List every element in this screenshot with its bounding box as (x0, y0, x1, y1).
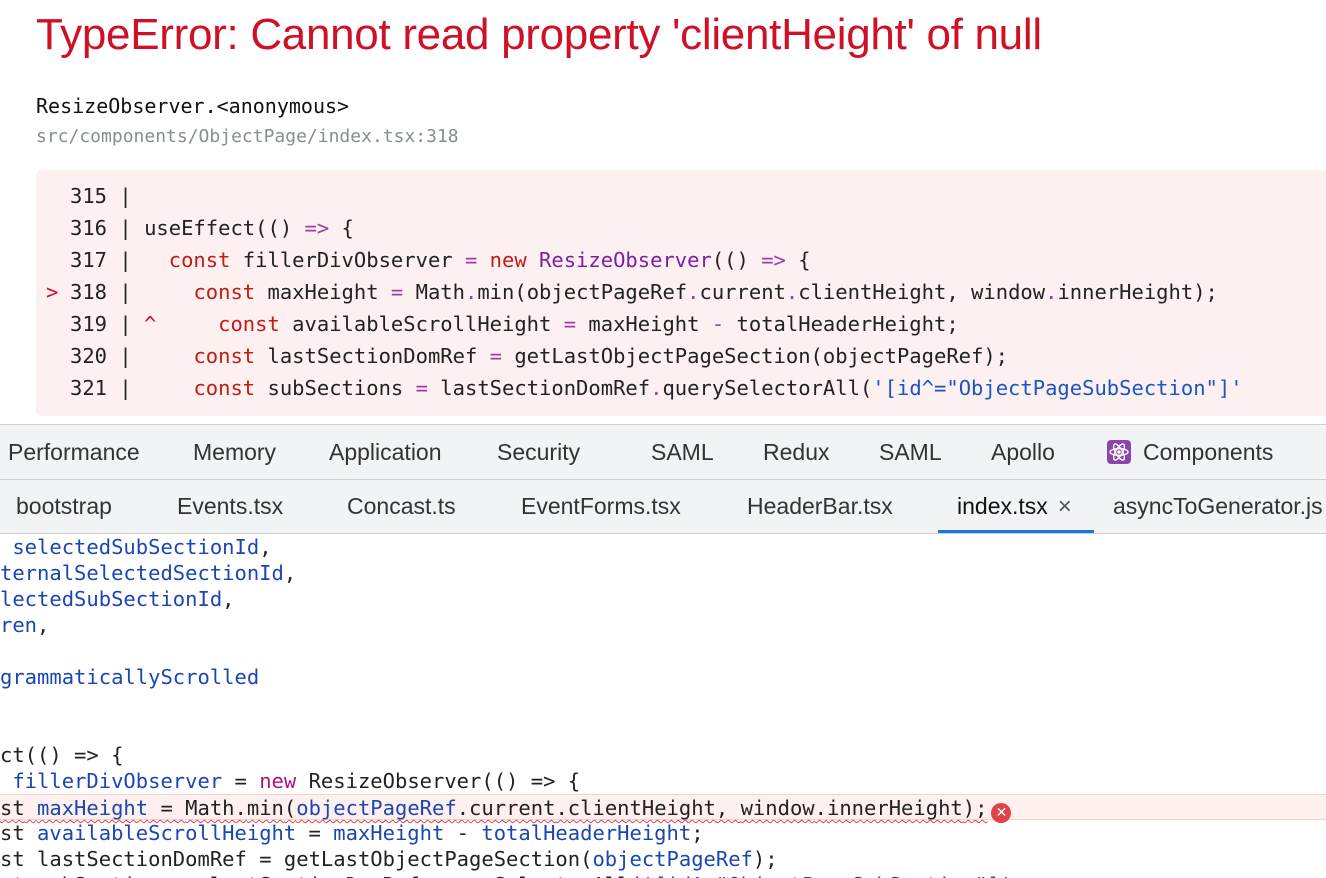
file-tab-bootstrap[interactable]: bootstrap (16, 480, 112, 533)
line-number: 319 (70, 312, 108, 336)
file-tab-index-label: index.tsx (957, 493, 1048, 519)
code-frame-line: 319 | ^ const availableScrollHeight = ma… (36, 308, 1326, 340)
line-marker: > (46, 280, 59, 304)
file-tab-eventforms[interactable]: EventForms.tsx (521, 480, 681, 533)
file-tab-events[interactable]: Events.tsx (177, 480, 283, 533)
line-code: const availableScrollHeight = maxHeight … (218, 312, 959, 336)
file-tab-index[interactable]: index.tsx × (957, 480, 1072, 533)
file-tab-concast[interactable]: Concast.ts (347, 480, 456, 533)
line-code: const lastSectionDomRef = getLastObjectP… (193, 344, 1009, 368)
line-separator: | (107, 312, 132, 336)
tab-performance[interactable]: Performance (8, 425, 140, 479)
line-separator: | (107, 280, 132, 304)
source-editor[interactable]: selectedSubSectionId, ternalSelectedSect… (0, 534, 1326, 878)
code-frame: 315 | 316 | useEffect(() => { 317 | cons… (36, 170, 1326, 416)
line-code: useEffect(() => { (144, 216, 354, 240)
stack-frame-function[interactable]: ResizeObserver.<anonymous> (36, 94, 349, 118)
editor-line: grammaticallyScrolled (0, 665, 260, 689)
code-frame-line: 316 | useEffect(() => { (36, 212, 1326, 244)
editor-line: ternalSelectedSectionId, (0, 561, 297, 585)
editor-line: ct(() => { (0, 743, 124, 767)
editor-line: fillerDivObserver = new ResizeObserver((… (12, 769, 581, 793)
line-number: 317 (70, 248, 108, 272)
close-icon[interactable]: × (1058, 480, 1072, 533)
line-number: 318 (70, 280, 108, 304)
line-number: 315 (70, 184, 108, 208)
stack-frame-location[interactable]: src/components/ObjectPage/index.tsx:318 (36, 126, 459, 147)
react-atom-icon (1107, 429, 1131, 464)
line-separator: | (107, 344, 132, 368)
error-title: TypeError: Cannot read property 'clientH… (36, 10, 1042, 59)
tab-components-label: Components (1143, 439, 1274, 465)
code-frame-line: 321 | const subSections = lastSectionDom… (36, 372, 1326, 404)
active-tab-indicator (938, 530, 1094, 533)
tab-memory[interactable]: Memory (193, 425, 276, 479)
tab-saml[interactable]: SAML (651, 425, 714, 479)
file-tab-asynctogenerator[interactable]: asyncToGenerator.js (1113, 480, 1323, 533)
line-number: 316 (70, 216, 108, 240)
tab-apollo[interactable]: Apollo (991, 425, 1055, 479)
editor-line: lectedSubSectionId, (0, 587, 235, 611)
code-frame-line: 315 | (36, 180, 1326, 212)
source-file-tabbar: bootstrap Events.tsx Concast.ts EventFor… (0, 480, 1326, 534)
error-caret: ^ (131, 312, 157, 336)
editor-line: ren, (0, 613, 50, 637)
editor-line-error: st maxHeight = Math.min(objectPageRef.cu… (0, 794, 1326, 823)
code-frame-line-highlighted: >318 | const maxHeight = Math.min(object… (36, 276, 1326, 308)
tab-redux[interactable]: Redux (763, 425, 829, 479)
line-separator: | (107, 216, 132, 240)
code-frame-line: 320 | const lastSectionDomRef = getLastO… (36, 340, 1326, 372)
editor-line: selectedSubSectionId, (12, 535, 272, 559)
line-number: 320 (70, 344, 108, 368)
code-frame-line: 317 | const fillerDivObserver = new Resi… (36, 244, 1326, 276)
editor-line: st subSections = lastSectionDomRef.query… (0, 872, 1326, 878)
devtools-panel-tabbar: Performance Memory Application Security … (0, 424, 1326, 480)
line-separator: | (107, 376, 132, 400)
line-separator: | (107, 184, 132, 208)
line-number: 321 (70, 376, 108, 400)
file-tab-headerbar[interactable]: HeaderBar.tsx (747, 480, 893, 533)
editor-line: st lastSectionDomRef = getLastObjectPage… (0, 847, 778, 871)
tab-saml-2[interactable]: SAML (879, 425, 942, 479)
line-separator: | (107, 248, 132, 272)
tab-security[interactable]: Security (497, 425, 580, 479)
line-code: const fillerDivObserver = new ResizeObse… (168, 248, 811, 272)
tab-components[interactable]: Components (1107, 425, 1273, 479)
tab-application[interactable]: Application (329, 425, 442, 479)
line-code: const subSections = lastSectionDomRef.qu… (193, 376, 1243, 400)
editor-line: st availableScrollHeight = maxHeight - t… (0, 821, 704, 845)
line-code: const maxHeight = Math.min(objectPageRef… (193, 280, 1218, 304)
